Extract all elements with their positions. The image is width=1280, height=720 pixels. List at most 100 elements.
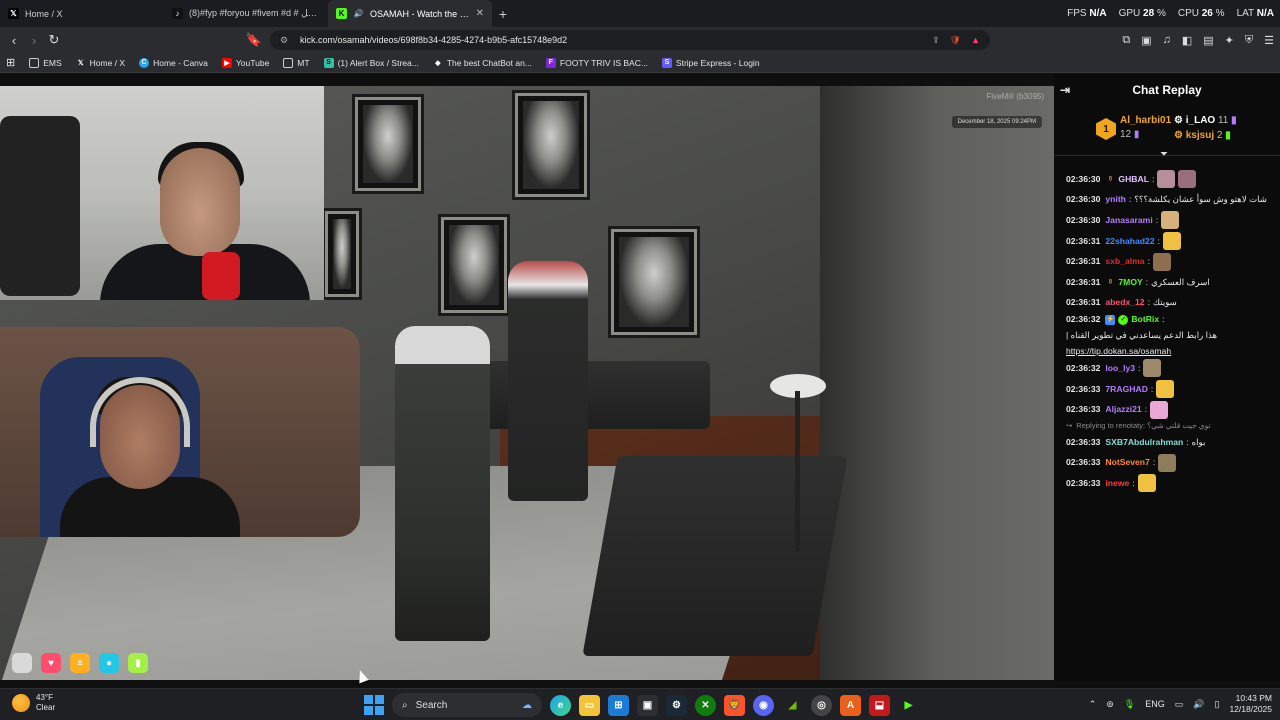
microphone-icon[interactable]: 🎙 xyxy=(1124,699,1135,710)
clock[interactable]: 10:43 PM 12/18/2025 xyxy=(1229,693,1272,715)
network-icon[interactable]: ▭ xyxy=(1175,699,1184,710)
tray-app-icon[interactable]: ⊚ xyxy=(1106,699,1114,710)
footy-icon: F xyxy=(545,57,556,68)
speaker-icon[interactable]: 🔊 xyxy=(353,8,364,19)
chat-username[interactable]: 7RAGHAD xyxy=(1105,383,1148,396)
bookmark-stripe[interactable]: S Stripe Express - Login xyxy=(661,57,760,68)
message-timestamp: 02:36:30 xyxy=(1066,214,1101,225)
chat-username[interactable]: Aljazzi21 xyxy=(1105,403,1141,416)
terminal-icon[interactable]: ▣ xyxy=(637,694,658,716)
message-text: بواه xyxy=(1191,436,1206,447)
bookmark-footy[interactable]: F FOOTY TRIV IS BAC... xyxy=(545,57,648,68)
chat-username[interactable]: abedx_12 xyxy=(1105,296,1144,309)
discord-icon[interactable]: ◉ xyxy=(753,694,774,716)
message-text: هذا رابط الدعم يساعدني في تطوير القناه | xyxy=(1066,330,1218,341)
nvidia-icon[interactable]: ◢ xyxy=(782,694,803,716)
message-text: شات لاهتو وش سوأ عشان يكلشة؟؟؟ xyxy=(1134,194,1267,205)
kick-logo-icon: K xyxy=(336,8,347,19)
start-icon[interactable] xyxy=(364,695,384,715)
wallet-card-icon[interactable]: ▤ xyxy=(1203,34,1213,47)
vpn-icon[interactable]: ⛨ xyxy=(1245,34,1253,47)
reload-icon[interactable]: ↻ xyxy=(44,32,64,48)
edge-icon[interactable]: e xyxy=(550,694,571,716)
video-player[interactable]: FiveM® (b3095) December 18, 2025 09:24PM… xyxy=(0,86,1054,680)
leo-ai-icon[interactable]: ✦ xyxy=(1225,34,1234,47)
tab-kick-vod[interactable]: K 🔊 OSAMAH - Watch the VOD o ✕ xyxy=(328,0,492,27)
chat-message: 02:36:32 ⚡ ✓ BotRix: هذا رابط الدعم يساعدني … xyxy=(1066,313,1218,358)
reaction-white-icon[interactable] xyxy=(12,653,32,673)
close-tab-icon[interactable]: ✕ xyxy=(476,8,484,19)
gifter-name[interactable]: ⚙ ksjsuj 2 ▮ xyxy=(1174,130,1231,141)
bookmark-canva[interactable]: C Home - Canva xyxy=(139,57,208,68)
heart-reaction-icon[interactable]: ♥ xyxy=(41,653,61,673)
menu-icon[interactable]: ☰ xyxy=(1264,34,1274,47)
file-explorer-icon[interactable]: ▭ xyxy=(579,694,600,716)
gifter-name[interactable]: Al_harbi01 xyxy=(1120,115,1171,126)
emote-icon xyxy=(1152,252,1171,271)
tab-home-x[interactable]: 𝕏 Home / X xyxy=(0,0,164,27)
bookmark-chatbot[interactable]: ◆ The best ChatBot an... xyxy=(433,58,532,68)
orange-reaction-icon[interactable]: ≡ xyxy=(70,653,90,673)
volume-icon[interactable]: 🔊 xyxy=(1193,699,1204,710)
brave-rewards-icon[interactable]: ▲ xyxy=(971,35,980,46)
system-tray: ⌃ ⊚ 🎙 ENG ▭ 🔊 ▯ 10:43 PM 12/18/2025 xyxy=(1089,693,1272,715)
app-red-icon[interactable]: ⬓ xyxy=(869,694,890,716)
chat-username[interactable]: 22shahad22 xyxy=(1105,235,1154,248)
back-icon[interactable]: ‹ xyxy=(4,33,24,48)
chat-username[interactable]: 7MOY xyxy=(1118,276,1142,289)
bookmark-alert-box[interactable]: S (1) Alert Box / Strea... xyxy=(323,57,419,68)
bookmark-youtube[interactable]: ▶ YouTube xyxy=(221,57,269,68)
kick-app-icon[interactable]: ▶ xyxy=(898,694,919,716)
chat-username[interactable]: GHBAL xyxy=(1118,173,1149,186)
app-orange-icon[interactable]: A xyxy=(840,694,861,716)
lat-readout: LAT N/A xyxy=(1236,8,1274,19)
taskbar-search[interactable]: ⌕ Search ☁ xyxy=(392,693,542,717)
green-reaction-icon[interactable]: ▮ xyxy=(128,653,148,673)
filter-icon[interactable]: ⏷ xyxy=(1160,149,1168,160)
message-timestamp: 02:36:33 xyxy=(1066,404,1101,415)
url-text[interactable]: kick.com/osamah/videos/698f8b34-4285-427… xyxy=(300,35,567,45)
apps-grid-icon[interactable]: ⊞ xyxy=(6,56,15,69)
store-icon[interactable]: ⊞ xyxy=(608,694,629,716)
chat-username[interactable]: inewe xyxy=(1105,477,1129,490)
chat-username[interactable]: loo_ly3 xyxy=(1105,362,1135,375)
reply-text: Replying to renotaty: توي جيت قلتي شي؟ xyxy=(1076,421,1211,431)
forward-icon[interactable]: › xyxy=(24,33,44,48)
bookmark-home-x[interactable]: 𝕏 Home / X xyxy=(76,58,125,68)
chat-username[interactable]: NotSeven7 xyxy=(1105,456,1149,469)
sidebar-icon[interactable]: ◧ xyxy=(1182,34,1192,47)
bookmark-mt[interactable]: MT xyxy=(283,57,310,68)
battery-icon[interactable]: ▯ xyxy=(1215,699,1220,710)
message-link[interactable]: https://tip.dokan.sa/osamah xyxy=(1066,345,1171,358)
chat-username[interactable]: Janasarami xyxy=(1105,214,1152,227)
new-tab-button[interactable]: + xyxy=(492,6,514,22)
collapse-chat-icon[interactable]: ⇥ xyxy=(1060,83,1070,97)
chat-message: 02:36:31 sxb_alma: xyxy=(1054,251,1280,272)
chat-username[interactable]: sxb_alma xyxy=(1105,255,1144,268)
steam-icon[interactable]: ⚙ xyxy=(666,694,687,716)
extensions-icon[interactable]: ⧉ xyxy=(1122,34,1130,47)
language-indicator[interactable]: ENG xyxy=(1145,699,1165,709)
game-wall xyxy=(820,86,1054,680)
bookmark-ems[interactable]: EMS xyxy=(29,57,62,68)
webcam-overlay-2 xyxy=(0,327,360,537)
chat-username[interactable]: BotRix xyxy=(1131,313,1159,326)
message-timestamp: 02:36:33 xyxy=(1066,477,1101,488)
chevron-up-icon[interactable]: ⌃ xyxy=(1089,699,1097,710)
media-icon[interactable]: ♫ xyxy=(1163,34,1171,46)
site-settings-icon[interactable]: ⚙ xyxy=(280,35,292,46)
share-icon[interactable]: ⇪ xyxy=(932,35,940,46)
wallet-icon[interactable]: ▣ xyxy=(1141,34,1151,47)
brave-icon[interactable]: 🦁 xyxy=(724,694,745,716)
weather-widget[interactable]: 43°F Clear xyxy=(12,693,55,713)
chat-username[interactable]: SXB7Abdulrahman xyxy=(1105,436,1183,449)
chat-username[interactable]: ynith xyxy=(1105,193,1126,206)
chrome-icon[interactable]: ◎ xyxy=(811,694,832,716)
brave-shields-icon[interactable]: 🛡 xyxy=(950,35,961,46)
tab-tiktok[interactable]: ♪ (8)#fyp #foryou #fivem #d # مايكل @ xyxy=(164,0,328,27)
bookmark-page-icon[interactable]: 🔖 xyxy=(244,32,264,48)
address-bar[interactable]: ⚙ kick.com/osamah/videos/698f8b34-4285-4… xyxy=(270,30,990,50)
xbox-icon[interactable]: ✕ xyxy=(695,694,716,716)
drop-reaction-icon[interactable]: ● xyxy=(99,653,119,673)
gifter-name[interactable]: ⚙ i_LAO 11 ▮ xyxy=(1174,115,1237,126)
